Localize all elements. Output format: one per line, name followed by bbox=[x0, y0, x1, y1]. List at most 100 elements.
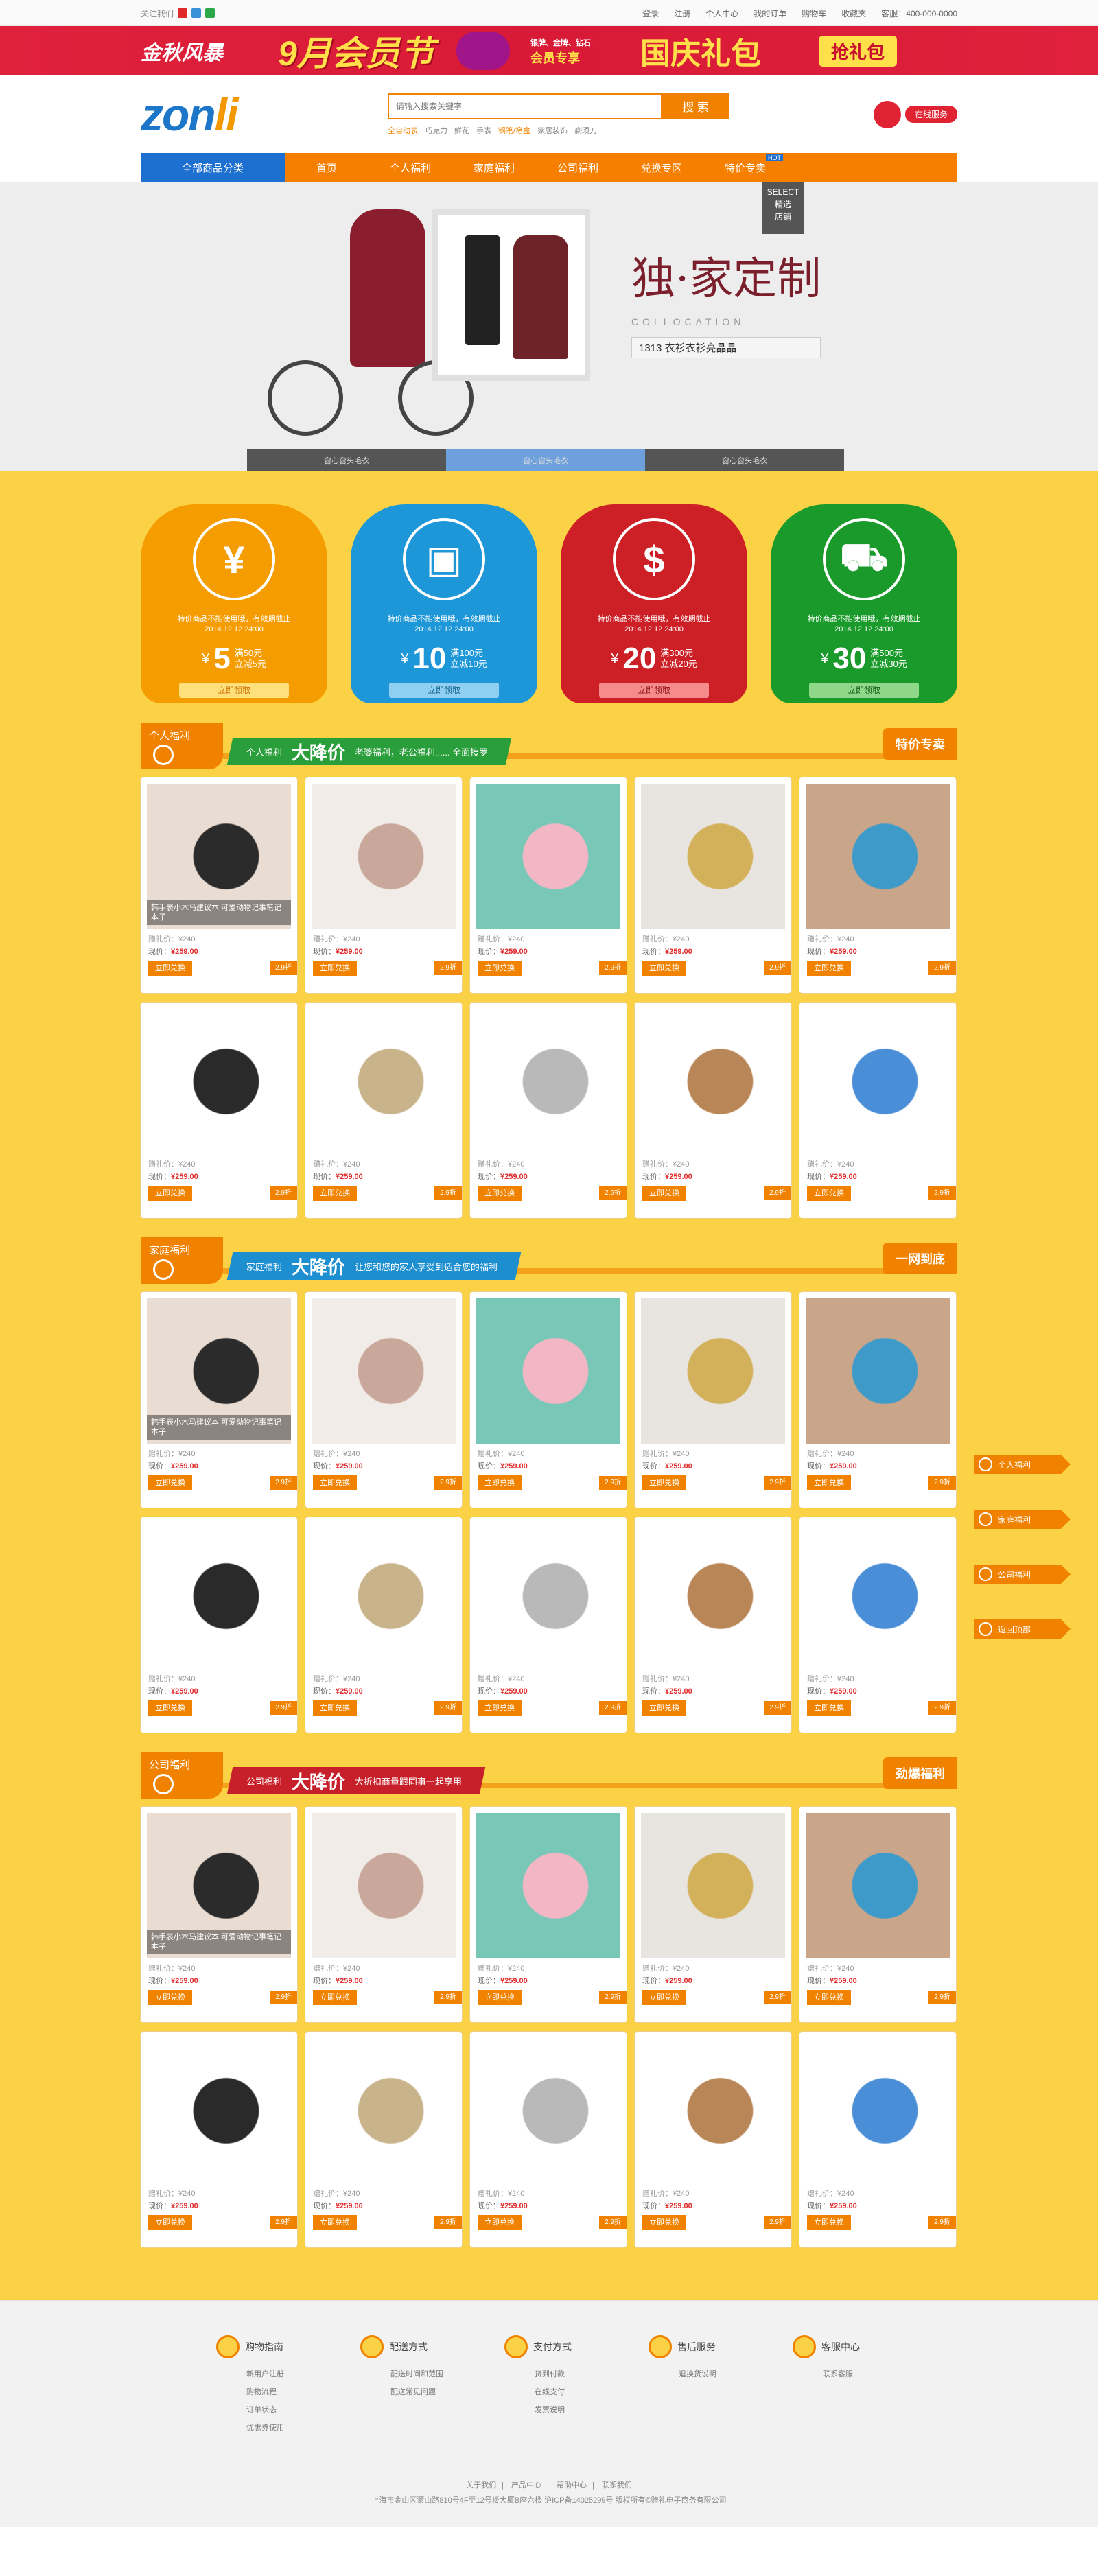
product-image[interactable]: 韩手表小木马建议本 可爱动物记事笔记本子 bbox=[147, 784, 291, 929]
product-image[interactable] bbox=[806, 2038, 950, 2183]
hot-keyword[interactable]: 鲜花 bbox=[454, 125, 469, 136]
product-image[interactable] bbox=[312, 1813, 456, 1958]
product-image[interactable]: 韩手表小木马建议本 可爱动物记事笔记本子 bbox=[147, 1298, 291, 1444]
nav-home[interactable]: 首页 bbox=[285, 153, 369, 182]
product-image[interactable] bbox=[476, 2038, 620, 2183]
exchange-button[interactable]: 立即兑换 bbox=[148, 1475, 192, 1490]
exchange-button[interactable]: 立即兑换 bbox=[478, 1475, 522, 1490]
exchange-button[interactable]: 立即兑换 bbox=[313, 961, 357, 976]
hot-keyword[interactable]: 钢笔/笔盒 bbox=[498, 125, 530, 136]
footer-link[interactable]: 退换货说明 bbox=[649, 2365, 793, 2383]
product-card[interactable]: 赠礼价：¥240 现价：¥259.00 立即兑换 2.9折 bbox=[635, 1517, 791, 1733]
exchange-button[interactable]: 立即兑换 bbox=[807, 1186, 851, 1201]
product-image[interactable] bbox=[147, 1009, 291, 1154]
exchange-button[interactable]: 立即兑换 bbox=[313, 1700, 357, 1716]
footer-link[interactable]: 关于我们 bbox=[466, 2481, 496, 2490]
exchange-button[interactable]: 立即兑换 bbox=[807, 1700, 851, 1716]
floatnav-family[interactable]: 家庭福利 bbox=[974, 1510, 1071, 1529]
footer-link[interactable]: 帮助中心 bbox=[557, 2481, 587, 2490]
product-card[interactable]: 赠礼价：¥240 现价：¥259.00 立即兑换 2.9折 bbox=[635, 2032, 791, 2247]
footer-link[interactable]: 购物流程 bbox=[216, 2383, 360, 2401]
weibo-icon[interactable] bbox=[178, 8, 188, 18]
exchange-button[interactable]: 立即兑换 bbox=[148, 1186, 192, 1201]
product-card[interactable]: 赠礼价：¥240 现价：¥259.00 立即兑换 2.9折 bbox=[470, 1292, 627, 1508]
product-card[interactable]: 赠礼价：¥240 现价：¥259.00 立即兑换 2.9折 bbox=[305, 777, 462, 993]
exchange-button[interactable]: 立即兑换 bbox=[148, 961, 192, 976]
product-card[interactable]: 赠礼价：¥240 现价：¥259.00 立即兑换 2.9折 bbox=[470, 2032, 627, 2247]
product-image[interactable] bbox=[641, 2038, 785, 2183]
product-image[interactable] bbox=[476, 1009, 620, 1154]
product-card[interactable]: 韩手表小木马建议本 可爱动物记事笔记本子 赠礼价：¥240 现价：¥259.00 立即… bbox=[141, 1292, 297, 1508]
footer-link[interactable]: 新用户注册 bbox=[216, 2365, 360, 2383]
cart-link[interactable]: 购物车 bbox=[802, 8, 826, 19]
product-image[interactable] bbox=[806, 1523, 950, 1669]
product-card[interactable]: 韩手表小木马建议本 可爱动物记事笔记本子 赠礼价：¥240 现价：¥259.00 立即… bbox=[141, 777, 297, 993]
hero-tab[interactable]: 窗心窗头毛衣 bbox=[645, 449, 844, 471]
product-image[interactable] bbox=[476, 1523, 620, 1669]
product-card[interactable]: 赠礼价：¥240 现价：¥259.00 立即兑换 2.9折 bbox=[470, 1517, 627, 1733]
exchange-button[interactable]: 立即兑换 bbox=[478, 1990, 522, 2005]
grab-gift-button[interactable]: 抢礼包 bbox=[819, 35, 898, 67]
product-image[interactable] bbox=[806, 1298, 950, 1444]
online-service[interactable]: 在线服务 bbox=[873, 100, 957, 128]
search-input[interactable] bbox=[388, 93, 662, 119]
product-image[interactable] bbox=[641, 1813, 785, 1958]
product-image[interactable] bbox=[147, 2038, 291, 2183]
product-card[interactable]: 赠礼价：¥240 现价：¥259.00 立即兑换 2.9折 bbox=[799, 1003, 956, 1218]
product-card[interactable]: 赠礼价：¥240 现价：¥259.00 立即兑换 2.9折 bbox=[470, 1003, 627, 1218]
product-card[interactable]: 赠礼价：¥240 现价：¥259.00 立即兑换 2.9折 bbox=[305, 1003, 462, 1218]
product-image[interactable] bbox=[641, 1298, 785, 1444]
footer-link[interactable]: 配送时间和范围 bbox=[360, 2365, 504, 2383]
product-image[interactable] bbox=[806, 1009, 950, 1154]
footer-link[interactable]: 联系客服 bbox=[793, 2365, 937, 2383]
product-image[interactable] bbox=[312, 2038, 456, 2183]
floatnav-company[interactable]: 公司福利 bbox=[974, 1565, 1071, 1584]
product-image[interactable] bbox=[312, 1298, 456, 1444]
exchange-button[interactable]: 立即兑换 bbox=[478, 961, 522, 976]
claim-coupon-button[interactable]: 立即领取 bbox=[389, 683, 499, 698]
exchange-button[interactable]: 立即兑换 bbox=[807, 2215, 851, 2230]
search-button[interactable]: 搜 索 bbox=[662, 93, 729, 119]
favorites-link[interactable]: 收藏夹 bbox=[841, 8, 866, 19]
product-card[interactable]: 赠礼价：¥240 现价：¥259.00 立即兑换 2.9折 bbox=[305, 1292, 462, 1508]
exchange-button[interactable]: 立即兑换 bbox=[642, 1475, 686, 1490]
orders-link[interactable]: 我的订单 bbox=[754, 8, 786, 19]
nav-family[interactable]: 家庭福利 bbox=[452, 153, 536, 182]
product-image[interactable] bbox=[806, 784, 950, 929]
footer-link[interactable]: 发票说明 bbox=[504, 2401, 649, 2419]
product-card[interactable]: 赠礼价：¥240 现价：¥259.00 立即兑换 2.9折 bbox=[635, 1292, 791, 1508]
product-card[interactable]: 赠礼价：¥240 现价：¥259.00 立即兑换 2.9折 bbox=[141, 1517, 297, 1733]
exchange-button[interactable]: 立即兑换 bbox=[148, 2215, 192, 2230]
section-badge[interactable]: 一网到底 bbox=[883, 1243, 957, 1274]
exchange-button[interactable]: 立即兑换 bbox=[642, 961, 686, 976]
product-image[interactable] bbox=[641, 1009, 785, 1154]
footer-link[interactable]: 优惠券使用 bbox=[216, 2419, 360, 2437]
logo[interactable]: zonli bbox=[141, 89, 388, 141]
nav-personal[interactable]: 个人福利 bbox=[369, 153, 452, 182]
wechat-icon[interactable] bbox=[205, 8, 215, 18]
exchange-button[interactable]: 立即兑换 bbox=[313, 1475, 357, 1490]
exchange-button[interactable]: 立即兑换 bbox=[807, 961, 851, 976]
exchange-button[interactable]: 立即兑换 bbox=[642, 1700, 686, 1716]
product-card[interactable]: 赠礼价：¥240 现价：¥259.00 立即兑换 2.9折 bbox=[470, 1807, 627, 2022]
product-card[interactable]: 赠礼价：¥240 现价：¥259.00 立即兑换 2.9折 bbox=[470, 777, 627, 993]
exchange-button[interactable]: 立即兑换 bbox=[478, 1700, 522, 1716]
hot-keyword[interactable]: 手表 bbox=[476, 125, 491, 136]
product-card[interactable]: 赠礼价：¥240 现价：¥259.00 立即兑换 2.9折 bbox=[799, 1807, 956, 2022]
product-card[interactable]: 赠礼价：¥240 现价：¥259.00 立即兑换 2.9折 bbox=[141, 1003, 297, 1218]
product-image[interactable] bbox=[806, 1813, 950, 1958]
claim-coupon-button[interactable]: 立即领取 bbox=[599, 683, 709, 698]
section-badge[interactable]: 特价专卖 bbox=[883, 728, 957, 760]
product-image[interactable] bbox=[312, 1009, 456, 1154]
product-card[interactable]: 赠礼价：¥240 现价：¥259.00 立即兑换 2.9折 bbox=[305, 1517, 462, 1733]
login-link[interactable]: 登录 bbox=[642, 8, 659, 19]
product-image[interactable] bbox=[476, 784, 620, 929]
product-card[interactable]: 赠礼价：¥240 现价：¥259.00 立即兑换 2.9折 bbox=[635, 1807, 791, 2022]
footer-link[interactable]: 货到付款 bbox=[504, 2365, 649, 2383]
exchange-button[interactable]: 立即兑换 bbox=[313, 1186, 357, 1201]
promo-banner[interactable]: 金秋风暴 9月会员节 银牌、金牌、钻石 会员专享 国庆礼包 抢礼包 bbox=[0, 26, 1098, 75]
user-center-link[interactable]: 个人中心 bbox=[705, 8, 738, 19]
claim-coupon-button[interactable]: 立即领取 bbox=[809, 683, 919, 698]
product-card[interactable]: 赠礼价：¥240 现价：¥259.00 立即兑换 2.9折 bbox=[799, 1292, 956, 1508]
floatnav-top[interactable]: 返回顶部 bbox=[974, 1619, 1071, 1639]
